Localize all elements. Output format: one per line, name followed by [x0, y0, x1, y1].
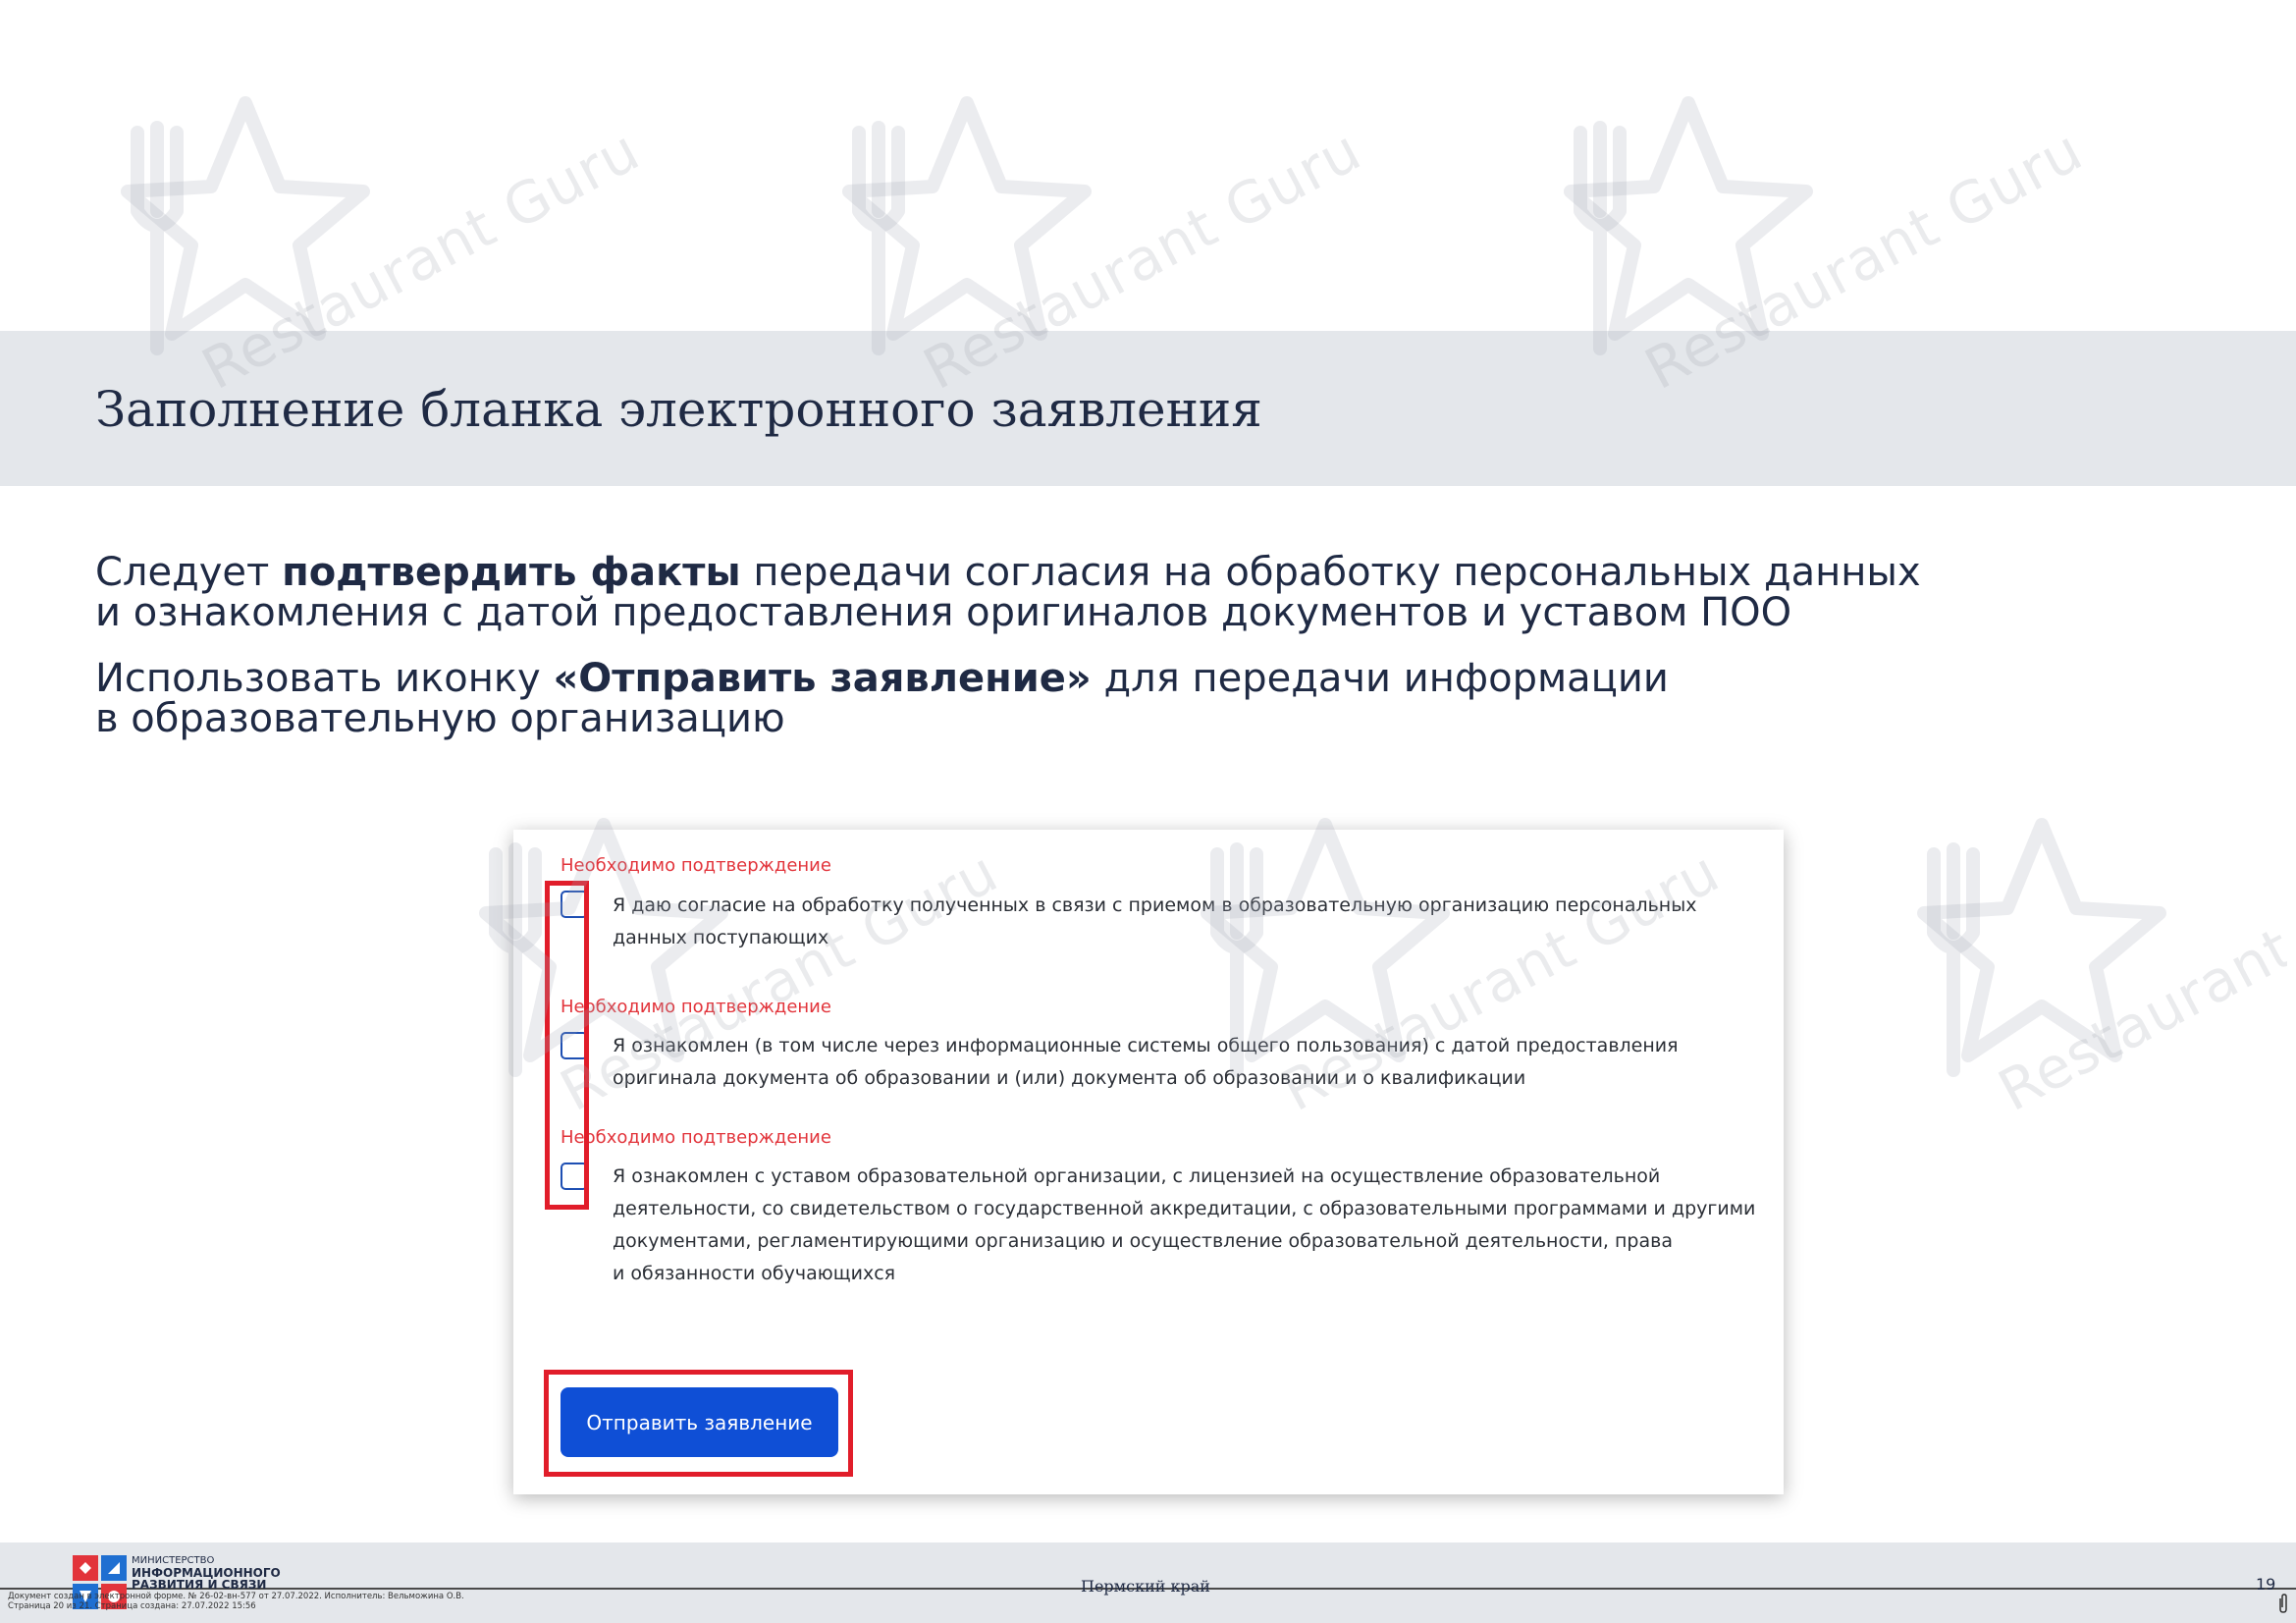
checkbox-3-text: Я ознакомлен с уставом образовательной о… — [613, 1161, 1755, 1290]
instruction-paragraph-1: Следует подтвердить факты передачи согла… — [95, 553, 1921, 633]
restaurant-guru-star-fork-icon — [1564, 96, 1813, 355]
checkbox-highlight-frame — [545, 881, 589, 1210]
restaurant-guru-star-fork-icon — [121, 96, 370, 355]
region-label: Пермский край — [1081, 1577, 1210, 1596]
document-note-line-2: Страница 20 из 21. Страница создана: 27.… — [8, 1601, 256, 1611]
button-highlight-frame — [544, 1370, 853, 1477]
checkbox-3-line-4: и обязанности обучающихся — [613, 1263, 896, 1284]
checkbox-2-line-2: оригинала документа об образовании и (ил… — [613, 1067, 1526, 1089]
checkbox-3-line-1: Я ознакомлен с уставом образовательной о… — [613, 1165, 1661, 1187]
instruction-1-line2: и ознакомления с датой предоставления ор… — [95, 590, 1792, 635]
checkbox-3-line-2: деятельности, со свидетельством о госуда… — [613, 1198, 1756, 1219]
page-title: Заполнение бланка электронного заявления — [95, 381, 1262, 438]
instruction-1-pre: Следует — [95, 550, 283, 595]
watermark-text-6: Restaurant Guru — [1988, 838, 2287, 1125]
restaurant-guru-star-fork-icon — [842, 96, 1092, 355]
ministry-line-3: РАЗВИТИЯ И СВЯЗИ — [132, 1578, 267, 1592]
instruction-2-pre: Использовать иконку — [95, 656, 554, 701]
checkbox-2-text: Я ознакомлен (в том числе через информац… — [613, 1030, 1679, 1095]
instruction-1-post: передачи согласия на обработку персональ… — [740, 550, 1921, 595]
checkbox-1-text: Я даю согласие на обработку полученных в… — [613, 890, 1696, 954]
checkbox-1-line-1: Я даю согласие на обработку полученных в… — [613, 894, 1697, 916]
instruction-2-line2: в образовательную организацию — [95, 696, 785, 741]
ministry-name: МИНИСТЕРСТВО ИНФОРМАЦИОННОГО РАЗВИТИЯ И … — [132, 1555, 281, 1591]
watermark-6: Restaurant Guru — [1895, 815, 2287, 1227]
checkbox-1-line-2: данных поступающих — [613, 927, 829, 948]
restaurant-guru-star-fork-icon — [1917, 818, 2166, 1077]
instruction-1-bold: подтвердить факты — [282, 550, 741, 595]
required-label-2: Необходимо подтверждение — [561, 997, 831, 1017]
form-screenshot: Необходимо подтверждение Я даю согласие … — [513, 830, 1784, 1494]
page-number: 19 — [2256, 1575, 2276, 1594]
paperclip-icon — [2279, 1594, 2287, 1613]
document-note: Документ создан в электронной форме. № 2… — [8, 1592, 464, 1611]
instruction-paragraph-2: Использовать иконку «Отправить заявление… — [95, 659, 1669, 739]
required-label-1: Необходимо подтверждение — [561, 855, 831, 876]
checkbox-3-line-3: документами, регламентирующими организац… — [613, 1230, 1673, 1252]
document-note-line-1: Документ создан в электронной форме. № 2… — [8, 1592, 464, 1601]
instruction-2-post: для передачи информации — [1091, 656, 1669, 701]
checkbox-2-line-1: Я ознакомлен (в том числе через информац… — [613, 1035, 1679, 1056]
instruction-2-bold: «Отправить заявление» — [553, 656, 1092, 701]
required-label-3: Необходимо подтверждение — [561, 1127, 831, 1148]
